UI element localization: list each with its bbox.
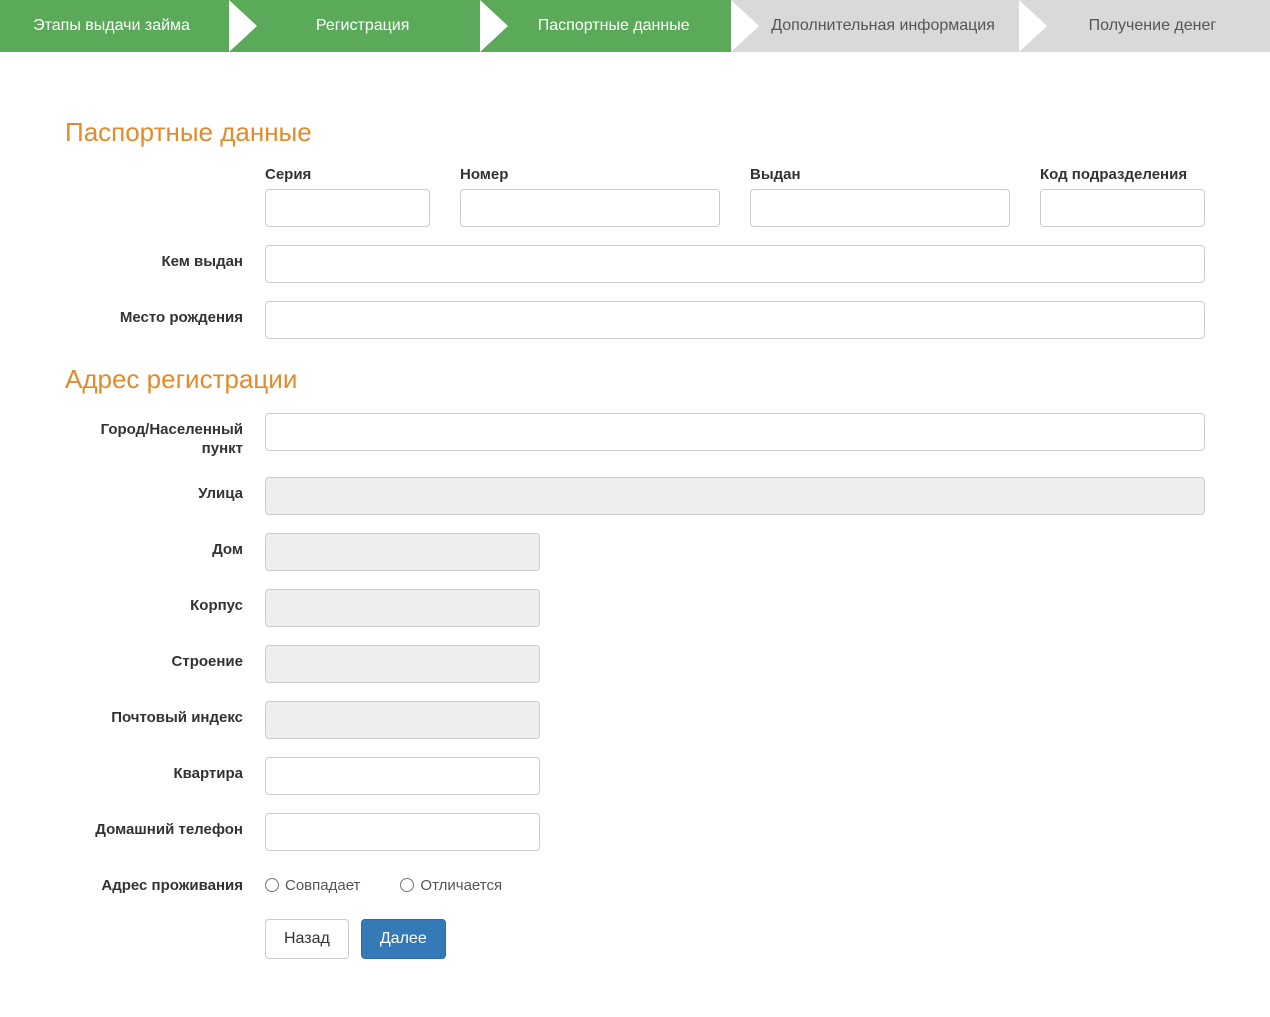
- step-label: Регистрация: [316, 17, 410, 35]
- issued-by-input[interactable]: [265, 245, 1205, 283]
- step-label: Дополнительная информация: [771, 17, 995, 35]
- step-loan-stages[interactable]: Этапы выдачи займа: [0, 0, 229, 52]
- nomer-label: Номер: [460, 166, 720, 183]
- resaddr-diff-radio[interactable]: [400, 878, 414, 892]
- building-label: Строение: [65, 645, 265, 672]
- step-label: Паспортные данные: [538, 17, 690, 35]
- house-input[interactable]: [265, 533, 540, 571]
- section-title-passport: Паспортные данные: [65, 117, 1205, 148]
- step-get-money[interactable]: Получение денег: [1019, 0, 1270, 52]
- empty-label: [65, 913, 265, 921]
- korpus-input[interactable]: [265, 589, 540, 627]
- house-label: Дом: [65, 533, 265, 560]
- step-registration[interactable]: Регистрация: [229, 0, 480, 52]
- flat-label: Квартира: [65, 757, 265, 784]
- step-label: Этапы выдачи займа: [33, 17, 190, 35]
- zip-label: Почтовый индекс: [65, 701, 265, 728]
- birthplace-label: Место рождения: [65, 301, 265, 328]
- nomer-input[interactable]: [460, 189, 720, 227]
- resaddr-diff-label: Отличается: [420, 877, 502, 894]
- resaddr-radio-group: Совпадает Отличается: [265, 869, 502, 894]
- progress-steps: Этапы выдачи займа Регистрация Паспортны…: [0, 0, 1270, 52]
- resaddr-diff-option[interactable]: Отличается: [400, 877, 502, 894]
- section-title-address: Адрес регистрации: [65, 364, 1205, 395]
- step-label: Получение денег: [1089, 17, 1217, 35]
- homephone-label: Домашний телефон: [65, 813, 265, 840]
- homephone-input[interactable]: [265, 813, 540, 851]
- resaddr-same-label: Совпадает: [285, 877, 360, 894]
- step-extra-info[interactable]: Дополнительная информация: [731, 0, 1019, 52]
- building-input[interactable]: [265, 645, 540, 683]
- city-label: Город/Населенный пункт: [65, 413, 265, 459]
- kod-label: Код подразделения: [1040, 166, 1205, 183]
- seria-label: Серия: [265, 166, 430, 183]
- flat-input[interactable]: [265, 757, 540, 795]
- next-button[interactable]: Далее: [361, 919, 446, 959]
- resaddr-label: Адрес проживания: [65, 869, 265, 896]
- back-button[interactable]: Назад: [265, 919, 349, 959]
- seria-input[interactable]: [265, 189, 430, 227]
- resaddr-same-radio[interactable]: [265, 878, 279, 892]
- city-input[interactable]: [265, 413, 1205, 451]
- birthplace-input[interactable]: [265, 301, 1205, 339]
- step-passport-data[interactable]: Паспортные данные: [480, 0, 731, 52]
- vydan-input[interactable]: [750, 189, 1010, 227]
- street-input[interactable]: [265, 477, 1205, 515]
- zip-input[interactable]: [265, 701, 540, 739]
- street-label: Улица: [65, 477, 265, 504]
- korpus-label: Корпус: [65, 589, 265, 616]
- resaddr-same-option[interactable]: Совпадает: [265, 877, 360, 894]
- issued-by-label: Кем выдан: [65, 245, 265, 272]
- empty-label: [65, 166, 265, 174]
- vydan-label: Выдан: [750, 166, 1010, 183]
- kod-input[interactable]: [1040, 189, 1205, 227]
